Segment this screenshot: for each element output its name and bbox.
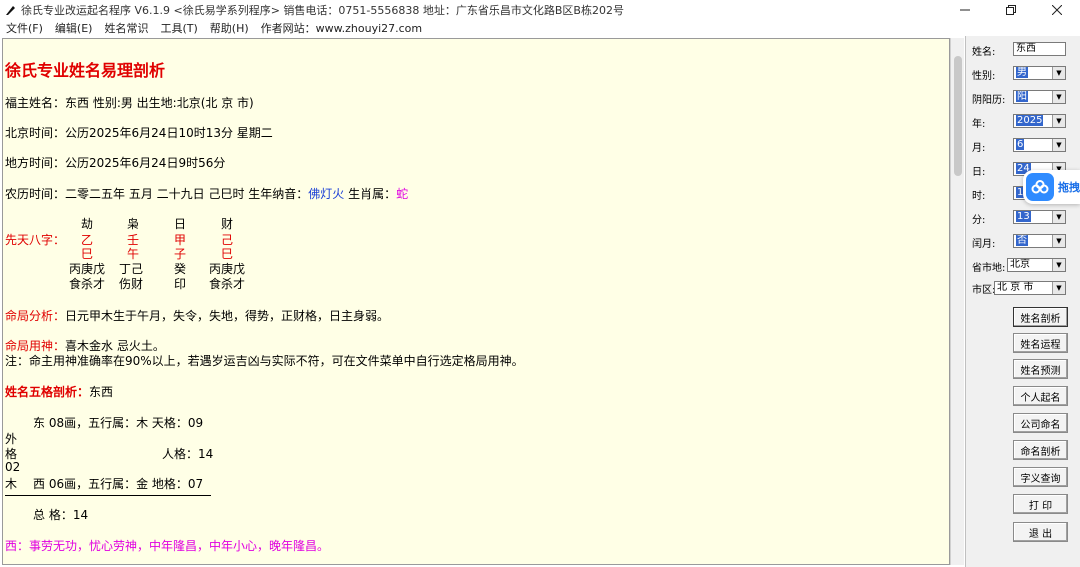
- bazi-god: 日: [173, 217, 186, 231]
- company-naming-button[interactable]: 公司命名: [1013, 413, 1068, 433]
- minimize-button[interactable]: [942, 0, 988, 20]
- zodiac-label: 生肖属：: [344, 187, 397, 201]
- month-select[interactable]: 6 ▼: [1013, 138, 1066, 152]
- day-label: 日:: [972, 167, 986, 178]
- chevron-down-icon: ▼: [1052, 235, 1065, 247]
- calendar-type-label: 阴阳历:: [972, 95, 1006, 106]
- yongshen-text: 喜木金水 忌火土。: [65, 339, 165, 353]
- bazi-god: 枭: [126, 217, 139, 231]
- year-select[interactable]: 2025 ▼: [1013, 114, 1066, 128]
- bazi-label: 先天八字：: [5, 233, 66, 247]
- menu-tools[interactable]: 工具(T): [154, 20, 203, 36]
- lunar-time-line: 农历时间：二零二五年 五月 二十九日 己巳时 生年纳音：佛灯火 生肖属：蛇: [5, 185, 408, 202]
- name-prediction-button[interactable]: 姓名预测: [1013, 359, 1068, 379]
- gender-select[interactable]: 男 ▼: [1013, 66, 1066, 80]
- content-scrollbar[interactable]: [950, 38, 964, 565]
- wuge-line: 姓名五格剖析：东西: [5, 383, 113, 400]
- menu-name-knowledge[interactable]: 姓名常识: [98, 20, 154, 36]
- menu-author-website[interactable]: 作者网站：www.zhouyi27.com: [255, 20, 428, 36]
- calendar-type-select[interactable]: 阳 ▼: [1013, 90, 1066, 104]
- local-time: 地方时间：公历2025年6月24日9时56分: [5, 156, 226, 170]
- name-analysis-button[interactable]: 姓名剖析: [1013, 307, 1068, 327]
- chevron-down-icon: ▼: [1052, 139, 1065, 151]
- wuge-divider: [5, 495, 211, 496]
- year-label: 年:: [972, 119, 986, 130]
- bazi-hidden-gods: 印: [173, 277, 186, 291]
- beijing-time: 北京时间：公历2025年6月24日10时13分 星期二: [5, 126, 273, 140]
- name-input[interactable]: 东西: [1013, 42, 1066, 56]
- app-pen-icon: [3, 3, 17, 17]
- wuge-label: 姓名五格剖析：: [5, 385, 90, 399]
- restore-button[interactable]: [988, 0, 1034, 20]
- wuge-outer-3: 02: [5, 460, 21, 474]
- report-headline: 徐氏专业姓名易理剖析: [5, 61, 166, 80]
- chevron-down-icon: ▼: [1052, 67, 1065, 79]
- mingju-text: 日元甲木生于午月，失令，失地，得势，正财格，日主身弱。: [65, 309, 390, 323]
- bazi-hidden-gods: 食杀才: [208, 277, 245, 291]
- mingju-line: 命局分析：日元甲木生于午月，失令，失地，得势，正财格，日主身弱。: [5, 307, 389, 324]
- chevron-down-icon: ▼: [1052, 115, 1065, 127]
- fortune-text: 西：事劳无功，忧心劳神，中年隆昌，中年小心，晚年隆昌。: [5, 539, 330, 553]
- menu-edit[interactable]: 编辑(E): [49, 20, 99, 36]
- drag-label: 拖拽: [1058, 181, 1080, 194]
- leap-month-select[interactable]: 否 ▼: [1013, 234, 1066, 248]
- hour-label: 时:: [972, 191, 986, 202]
- chevron-down-icon: ▼: [1052, 282, 1065, 294]
- bazi-god: 劫: [80, 217, 93, 231]
- menu-help[interactable]: 帮助(H): [204, 20, 255, 36]
- month-label: 月:: [972, 143, 986, 154]
- print-button[interactable]: 打 印: [1013, 494, 1068, 514]
- window-title: 徐氏专业改运起名程序 V6.1.9 <徐氏易学系列程序> 销售电话：0751-5…: [21, 4, 624, 17]
- input-sidebar: 姓名: 东西 性别: 男 ▼ 阴阳历: 阳 ▼ 年: 2025 ▼ 月: 6 ▼ 日: …: [965, 36, 1080, 567]
- leap-month-label: 闰月:: [972, 239, 996, 250]
- menu-bar: 文件(F) 编辑(E) 姓名常识 工具(T) 帮助(H) 作者网站：www.zh…: [0, 20, 1080, 36]
- menu-file[interactable]: 文件(F): [0, 20, 49, 36]
- bazi-hidden-gods: 伤财: [118, 277, 143, 291]
- province-select[interactable]: 北京 ▼: [1007, 258, 1066, 272]
- wuge-total: 总 格：14: [33, 508, 89, 522]
- wuge-outer-4: 木: [5, 477, 18, 491]
- naming-analysis-button[interactable]: 命名剖析: [1013, 440, 1068, 460]
- minute-select[interactable]: 13 ▼: [1013, 210, 1066, 224]
- title-bar: 徐氏专业改运起名程序 V6.1.9 <徐氏易学系列程序> 销售电话：0751-5…: [0, 0, 1080, 20]
- mingju-label: 命局分析：: [5, 309, 66, 323]
- scrollbar-thumb[interactable]: [954, 56, 962, 176]
- minute-label: 分:: [972, 215, 986, 226]
- report-panel: 徐氏专业姓名易理剖析 福主姓名：东西 性别:男 出生地:北京(北 京 市) 北京…: [2, 38, 950, 565]
- char-meaning-button[interactable]: 字义查询: [1013, 467, 1068, 487]
- wuge-name: 东西: [89, 385, 114, 399]
- chevron-down-icon: ▼: [1052, 211, 1065, 223]
- province-label: 省市地:: [972, 263, 1006, 274]
- personal-naming-button[interactable]: 个人起名: [1013, 386, 1068, 406]
- zodiac-value: 蛇: [396, 187, 409, 201]
- wuge-earth-row: 西 06画，五行属：金 地格：07: [33, 477, 204, 491]
- chevron-down-icon: ▼: [1052, 259, 1065, 271]
- exit-button[interactable]: 退 出: [1013, 522, 1068, 542]
- chevron-down-icon: ▼: [1052, 91, 1065, 103]
- nayin-value: 佛灯火: [308, 187, 345, 201]
- gender-label: 性别:: [972, 71, 996, 82]
- wuge-person: 人格：14: [162, 447, 214, 461]
- yongshen-label: 命局用神：: [5, 339, 66, 353]
- name-label: 姓名:: [972, 47, 996, 58]
- lunar-time: 农历时间：二零二五年 五月 二十九日 己巳时 生年纳音：: [5, 187, 309, 201]
- bazi-hidden-gods: 食杀才: [68, 277, 105, 291]
- close-button[interactable]: [1034, 0, 1080, 20]
- wuge-heaven-row: 东 08画，五行属：木 天格：09: [33, 416, 204, 430]
- cloud-icon: [1026, 173, 1054, 201]
- yongshen-note: 注：命主用神准确率在90%以上，若遇岁运吉凶与实际不符，可在文件菜单中自行选定格…: [5, 354, 524, 368]
- district-label: 市区:: [972, 285, 996, 296]
- name-fortune-button[interactable]: 姓名运程: [1013, 333, 1068, 353]
- owner-info: 福主姓名：东西 性别:男 出生地:北京(北 京 市): [5, 96, 254, 110]
- bazi-god: 财: [220, 217, 233, 231]
- drag-float-widget[interactable]: 拖拽: [1023, 170, 1080, 204]
- district-select[interactable]: 北 京 市 ▼: [994, 281, 1066, 295]
